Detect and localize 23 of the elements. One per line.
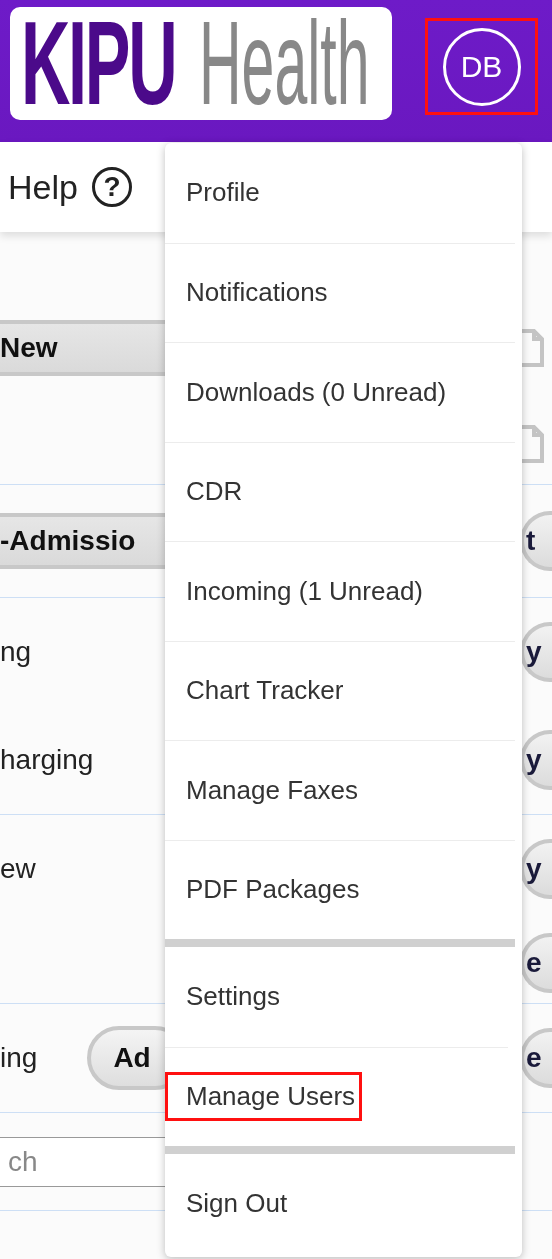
menu-item[interactable]: CDR <box>165 441 515 541</box>
side-button[interactable]: y <box>520 730 552 790</box>
side-button[interactable]: y <box>520 839 552 899</box>
row-label: harging <box>0 744 94 776</box>
help-icon[interactable]: ? <box>91 167 132 207</box>
row-label: ew <box>0 853 36 885</box>
menu-item[interactable]: Notifications <box>165 242 515 342</box>
menu-item[interactable]: Manage Users <box>165 1046 508 1146</box>
avatar-button[interactable]: DB <box>425 18 538 115</box>
side-button[interactable]: y <box>520 622 552 682</box>
menu-item[interactable]: Downloads (0 Unread) <box>165 342 515 442</box>
menu-item[interactable]: Chart Tracker <box>165 640 515 740</box>
logo: KIPU Health <box>10 7 392 120</box>
menu-item[interactable]: Profile <box>165 143 515 243</box>
side-button[interactable]: e <box>520 933 552 993</box>
row-label: ng <box>0 636 32 668</box>
menu-item[interactable]: Incoming (1 Unread) <box>165 541 515 641</box>
help-link[interactable]: Help <box>8 167 78 207</box>
side-button[interactable]: t <box>520 511 552 571</box>
menu-item[interactable]: Manage Faxes <box>165 740 515 840</box>
side-button[interactable]: e <box>520 1028 552 1088</box>
menu-item[interactable]: PDF Packages <box>165 839 515 939</box>
row-label: ing <box>0 1042 38 1074</box>
